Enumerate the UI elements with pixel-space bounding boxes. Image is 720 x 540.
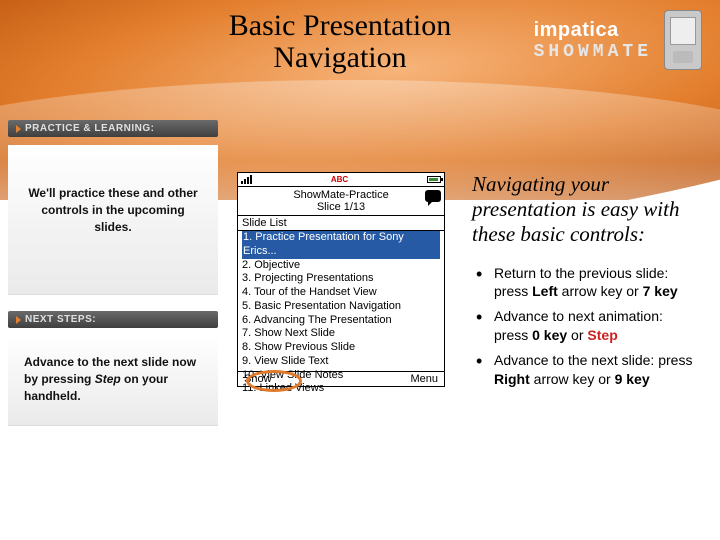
controls-list-item: Return to the previous slide: press Left… bbox=[472, 264, 700, 302]
chevron-right-icon bbox=[16, 316, 21, 324]
controls-list: Return to the previous slide: press Left… bbox=[472, 264, 700, 389]
right-column: Navigating your presentation is easy wit… bbox=[472, 172, 700, 395]
left-column: PRACTICE & LEARNING: We'll practice thes… bbox=[8, 120, 218, 442]
next-steps-block: Advance to the next slide now by pressin… bbox=[8, 336, 218, 426]
highlight-circle bbox=[246, 370, 302, 392]
phone-list-item[interactable]: 1. Practice Presentation for Sony Erics.… bbox=[242, 231, 440, 259]
next-steps-heading: NEXT STEPS: bbox=[8, 311, 218, 328]
practice-block: We'll practice these and other controls … bbox=[8, 145, 218, 295]
brand-block: impatica SHOWMATE bbox=[534, 10, 702, 70]
phone-subtitle: Slice 1/13 bbox=[260, 201, 422, 213]
chevron-right-icon bbox=[16, 125, 21, 133]
brand-product: SHOWMATE bbox=[534, 42, 652, 62]
softkey-right[interactable]: Menu bbox=[410, 373, 438, 385]
handset-screenshot: ABC ShowMate-Practice Slice 1/13 Slide L… bbox=[237, 172, 445, 387]
phone-list-item[interactable]: 4. Tour of the Handset View bbox=[242, 286, 440, 300]
phone-list-item[interactable]: 2. Objective bbox=[242, 259, 440, 273]
phone-list-item[interactable]: 5. Basic Presentation Navigation bbox=[242, 300, 440, 314]
phone-list-item[interactable]: 3. Projecting Presentations bbox=[242, 272, 440, 286]
phone-title: ShowMate-Practice bbox=[260, 189, 422, 201]
practice-heading-label: PRACTICE & LEARNING: bbox=[25, 123, 154, 134]
step-word: Step bbox=[95, 372, 121, 386]
phone-list-heading: Slide List bbox=[238, 216, 444, 231]
operator-label: ABC bbox=[331, 175, 348, 184]
phone-list-item[interactable]: 8. Show Previous Slide bbox=[242, 341, 440, 355]
phone-status-bar: ABC bbox=[238, 173, 444, 187]
practice-heading: PRACTICE & LEARNING: bbox=[8, 120, 218, 137]
phone-list-item[interactable]: 7. Show Next Slide bbox=[242, 327, 440, 341]
controls-list-item: Advance to the next slide: press Right a… bbox=[472, 351, 700, 389]
slide-title: Basic Presentation Navigation bbox=[210, 10, 470, 73]
next-steps-heading-label: NEXT STEPS: bbox=[25, 314, 96, 325]
signal-icon bbox=[241, 175, 252, 184]
device-icon bbox=[664, 10, 702, 70]
battery-icon bbox=[427, 176, 441, 183]
speech-bubble-icon bbox=[425, 190, 441, 202]
phone-list-item[interactable]: 6. Advancing The Presentation bbox=[242, 314, 440, 328]
controls-list-item: Advance to next animation: press 0 key o… bbox=[472, 307, 700, 345]
brand-name: impatica bbox=[534, 19, 652, 42]
practice-text: We'll practice these and other controls … bbox=[28, 186, 197, 234]
phone-list-item[interactable]: 9. View Slide Text bbox=[242, 355, 440, 369]
phone-titlebar: ShowMate-Practice Slice 1/13 bbox=[238, 187, 444, 216]
intro-text: Navigating your presentation is easy wit… bbox=[472, 172, 700, 248]
